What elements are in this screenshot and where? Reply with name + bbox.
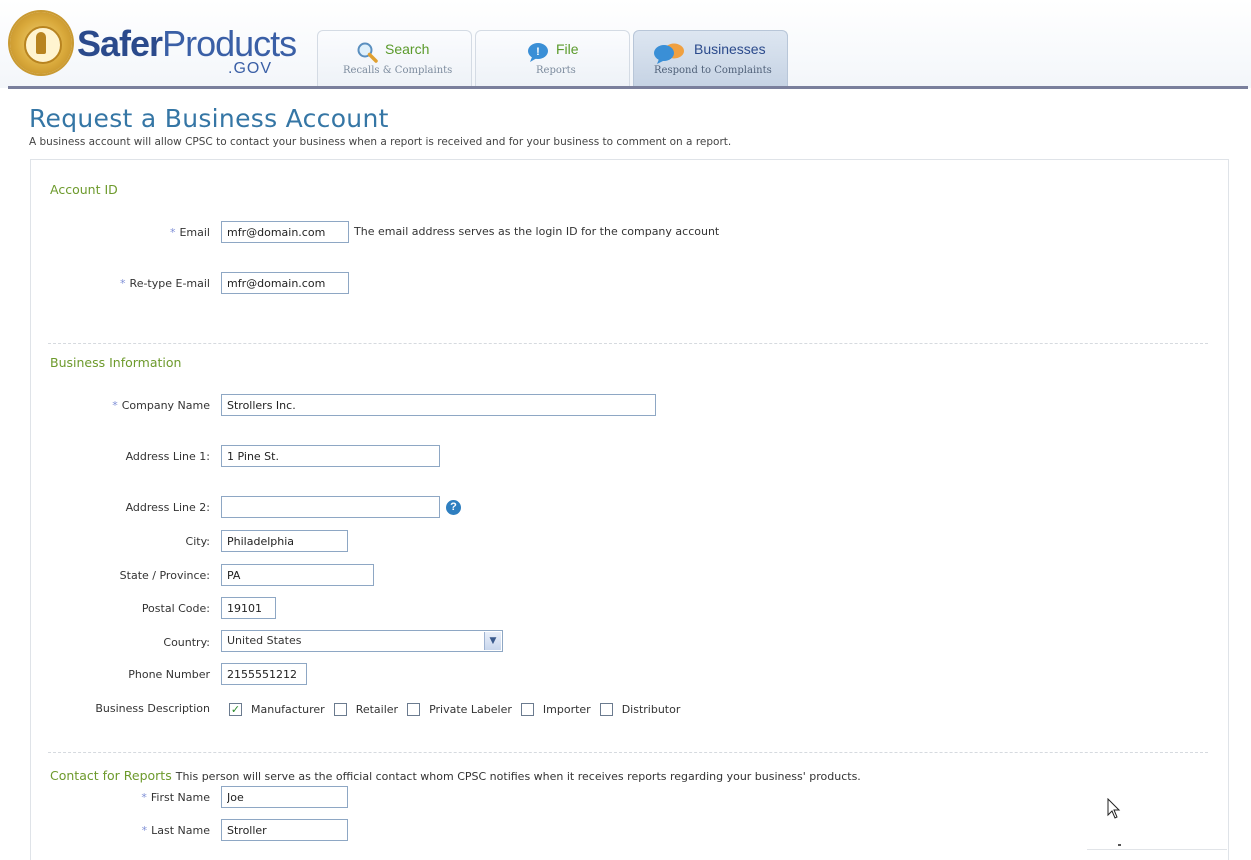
help-icon[interactable]: ? (446, 500, 461, 515)
required-star: * (120, 277, 126, 290)
header-rule (8, 86, 1248, 89)
email-label-text: Email (179, 226, 210, 239)
last-name-label-text: Last Name (151, 824, 210, 837)
svg-text:!: ! (536, 46, 540, 58)
footer-line (1087, 849, 1227, 850)
business-description-label: Business Description (95, 702, 210, 715)
tab-search-title: Search (385, 41, 430, 57)
required-star: * (112, 399, 118, 412)
company-name-field[interactable] (221, 394, 656, 416)
tab-businesses-subtitle: Respond to Complaints (654, 65, 772, 76)
last-name-label: * Last Name (142, 824, 210, 837)
magnifier-icon (357, 42, 378, 63)
chat-bubbles-icon (654, 43, 684, 64)
seal-figure-icon (36, 32, 46, 54)
state-province-label: State / Province: (119, 569, 210, 582)
logo-word-products: Products (162, 23, 297, 64)
postal-code-field[interactable] (221, 597, 276, 619)
required-star: * (141, 824, 148, 837)
checkbox-manufacturer[interactable]: ✓ (229, 702, 242, 716)
company-name-label-text: Company Name (121, 399, 210, 412)
page-description: A business account will allow CPSC to co… (29, 136, 732, 148)
phone-number-label: Phone Number (128, 668, 210, 681)
country-select[interactable]: United States ▼ (221, 630, 503, 652)
email-hint: The email address serves as the login ID… (354, 225, 720, 238)
cpsc-seal-logo[interactable] (10, 12, 72, 74)
section-divider (48, 343, 1208, 344)
company-name-label: * Company Name (112, 399, 210, 412)
tab-businesses-title: Businesses (694, 41, 766, 57)
contact-section-header: Contact for Reports This person will serv… (50, 765, 861, 784)
section-title-business-info: Business Information (50, 355, 182, 370)
checkbox-retailer[interactable] (333, 702, 347, 716)
country-selected-value: United States (227, 634, 302, 647)
checkbox-label-manufacturer: Manufacturer (251, 702, 325, 716)
country-label: Country: (163, 636, 210, 649)
section-title-contact: Contact for Reports (50, 768, 172, 783)
first-name-field[interactable] (221, 786, 348, 808)
required-star: * (141, 791, 147, 804)
first-name-label: * First Name (141, 791, 210, 804)
scroll-mark (1118, 844, 1121, 846)
tab-search-subtitle: Recalls & Complaints (343, 65, 453, 76)
city-field[interactable] (221, 530, 348, 552)
logo-word-safer: Safer (77, 23, 163, 64)
site-header: SaferProducts .GOV Search Recalls & Comp… (0, 0, 1251, 88)
checkbox-distributor[interactable] (599, 702, 613, 716)
checkbox-private-labeler[interactable] (407, 702, 421, 716)
checkbox-label-private-labeler: Private Labeler (429, 702, 512, 716)
contact-description: This person will serve as the official c… (175, 770, 861, 783)
address-line-2-field[interactable] (221, 496, 440, 518)
tab-file[interactable]: ! File Reports (475, 30, 630, 86)
speech-bubble-icon: ! (528, 43, 548, 62)
postal-code-label: Postal Code: (141, 602, 210, 615)
mouse-cursor-icon (1107, 798, 1121, 819)
state-province-field[interactable] (221, 564, 374, 586)
logo-gov-suffix: .GOV (228, 60, 273, 77)
section-title-account-id: Account ID (50, 182, 118, 197)
chevron-down-icon[interactable]: ▼ (484, 632, 501, 650)
checkbox-label-distributor: Distributor (621, 702, 681, 716)
tab-file-title: File (556, 41, 579, 57)
address-line-1-field[interactable] (221, 445, 440, 467)
site-logo-text[interactable]: SaferProducts (77, 23, 297, 64)
business-description-options: ✓ Manufacturer Retailer Private Labeler … (229, 701, 689, 717)
last-name-field[interactable] (221, 819, 348, 841)
first-name-label-text: First Name (150, 791, 210, 804)
section-divider (48, 752, 1208, 753)
tab-businesses[interactable]: Businesses Respond to Complaints (633, 30, 788, 86)
page-title: Request a Business Account (29, 104, 389, 133)
checkbox-label-retailer: Retailer (355, 702, 399, 716)
tab-search[interactable]: Search Recalls & Complaints (317, 30, 472, 86)
retype-email-field[interactable] (221, 272, 349, 294)
checkbox-label-importer: Importer (542, 702, 591, 716)
email-label: * Email (170, 226, 210, 239)
retype-email-label-text: Re-type E-mail (129, 277, 210, 290)
phone-number-field[interactable] (221, 663, 307, 685)
tab-file-subtitle: Reports (536, 65, 576, 76)
checkbox-importer[interactable] (520, 702, 534, 716)
city-label: City: (185, 535, 210, 548)
email-field[interactable] (221, 221, 349, 243)
address-line-2-label: Address Line 2: (125, 501, 210, 514)
address-line-1-label: Address Line 1: (125, 450, 210, 463)
retype-email-label: * Re-type E-mail (120, 277, 210, 290)
required-star: * (169, 226, 176, 239)
